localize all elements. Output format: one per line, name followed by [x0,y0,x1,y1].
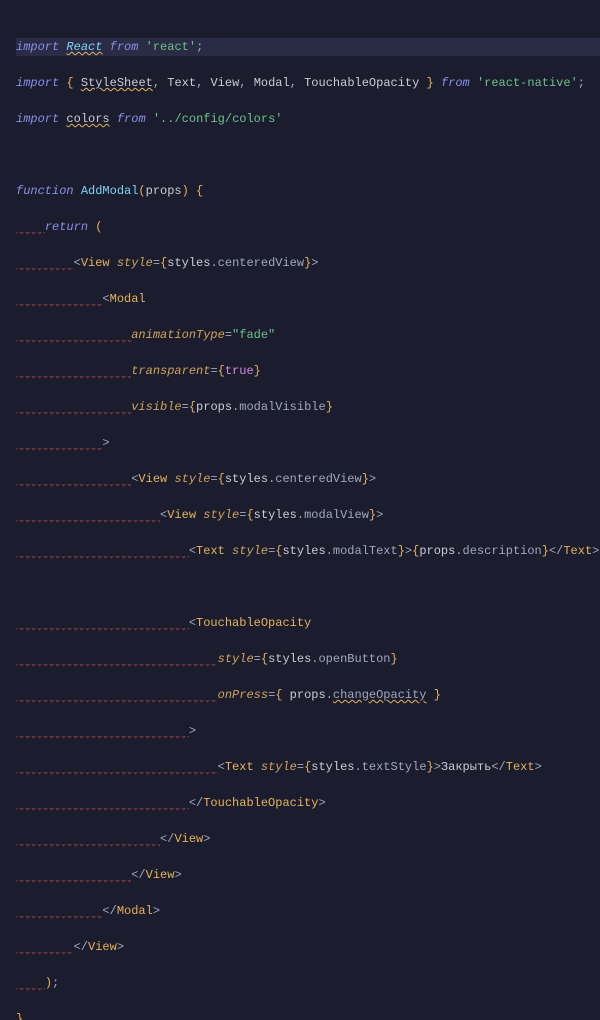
code-line[interactable]: > [16,434,600,452]
code-line[interactable] [16,146,600,164]
code-line[interactable]: return ( [16,218,600,236]
line-number [0,272,8,290]
line-number [0,416,8,434]
line-number [0,434,8,452]
code-line[interactable]: onPress={ props.changeOpacity } [16,686,600,704]
line-number [0,398,8,416]
line-number [0,56,8,74]
line-number [0,74,8,92]
code-editor[interactable]: import React from 'react'; import { Styl… [0,0,600,510]
code-line[interactable]: > [16,722,600,740]
code-line[interactable]: import colors from '../config/colors' [16,110,600,128]
code-line[interactable]: </Modal> [16,902,600,920]
line-number [0,128,8,146]
line-number [0,380,8,398]
line-number [0,308,8,326]
code-line[interactable]: transparent={true} [16,362,600,380]
line-number [0,200,8,218]
code-line[interactable]: function AddModal(props) { [16,182,600,200]
code-line[interactable]: </TouchableOpacity> [16,794,600,812]
code-line[interactable]: </View> [16,866,600,884]
code-area[interactable]: import React from 'react'; import { Styl… [10,0,600,510]
code-line[interactable]: <View style={styles.modalView}> [16,506,600,524]
line-number [0,452,8,470]
code-line[interactable]: visible={props.modalVisible} [16,398,600,416]
line-number [0,344,8,362]
code-line[interactable]: <Modal [16,290,600,308]
line-number [0,110,8,128]
line-number-gutter [0,0,10,510]
line-number [0,362,8,380]
code-line[interactable]: </View> [16,938,600,956]
line-number [0,470,8,488]
line-number [0,290,8,308]
code-line[interactable]: import React from 'react'; [16,38,600,56]
code-line[interactable]: <View style={styles.centeredView}> [16,470,600,488]
code-line[interactable]: <Text style={styles.modalText}>{props.de… [16,542,600,560]
line-number [0,236,8,254]
code-line[interactable] [16,578,600,596]
line-number [0,146,8,164]
line-number [0,488,8,506]
code-line[interactable]: <Text style={styles.textStyle}>Закрыть</… [16,758,600,776]
line-number [0,2,8,20]
code-line[interactable]: <View style={styles.centeredView}> [16,254,600,272]
line-number [0,326,8,344]
line-number [0,92,8,110]
code-line[interactable]: <TouchableOpacity [16,614,600,632]
line-number [0,164,8,182]
code-line[interactable]: ); [16,974,600,992]
code-line[interactable]: style={styles.openButton} [16,650,600,668]
code-line[interactable]: </View> [16,830,600,848]
code-line[interactable]: import { StyleSheet, Text, View, Modal, … [16,74,600,92]
line-number [0,20,8,38]
code-line[interactable]: animationType="fade" [16,326,600,344]
line-number [0,218,8,236]
line-number [0,38,8,56]
line-number [0,254,8,272]
code-line[interactable]: } [16,1010,600,1020]
line-number [0,182,8,200]
